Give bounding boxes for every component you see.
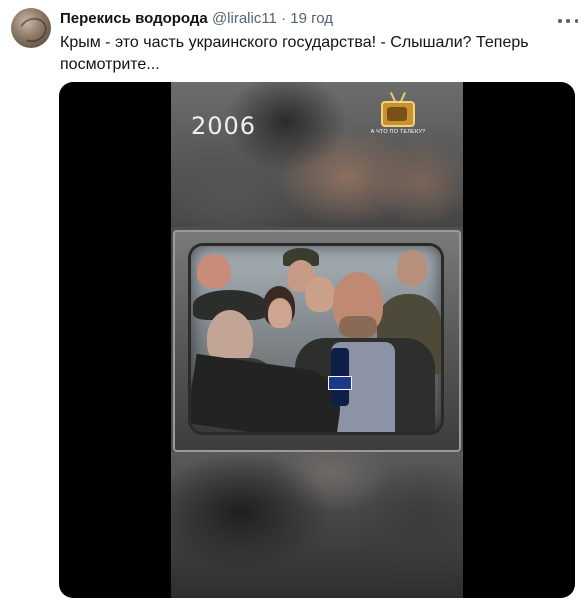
person-head	[197, 254, 231, 288]
tweet-text: Крым - это часть украинского государства…	[60, 34, 529, 73]
more-horizontal-icon[interactable]	[558, 14, 578, 28]
avatar-image	[15, 13, 51, 47]
tv-set-frame	[173, 230, 461, 452]
video-player[interactable]: 2006 А ЧТО ПО ТЕЛЕКУ?	[59, 82, 575, 598]
tv-screen-footage	[191, 246, 441, 432]
author-name[interactable]: Перекись водорода	[60, 10, 208, 27]
channel-logo-caption: А ЧТО ПО ТЕЛЕКУ?	[370, 129, 426, 135]
person-head	[268, 298, 292, 328]
channel-logo: А ЧТО ПО ТЕЛЕКУ?	[371, 92, 425, 140]
person-head	[305, 276, 335, 312]
avatar[interactable]	[11, 8, 51, 48]
tweet-header: Перекись водорода @liralic11 · 19 год	[60, 10, 333, 28]
separator: ·	[281, 10, 287, 27]
timestamp[interactable]: 19 год	[290, 10, 333, 27]
person-head	[397, 250, 427, 286]
author-handle[interactable]: @liralic11	[212, 10, 277, 27]
tv-icon	[381, 101, 415, 127]
microphone-icon	[328, 348, 352, 406]
year-overlay: 2006	[191, 112, 257, 140]
video-frame: 2006 А ЧТО ПО ТЕЛЕКУ?	[171, 82, 463, 598]
tweet[interactable]: Перекись водорода @liralic11 · 19 год Кр…	[0, 0, 588, 603]
blurred-background-bottom	[171, 452, 463, 598]
beard	[339, 316, 377, 338]
